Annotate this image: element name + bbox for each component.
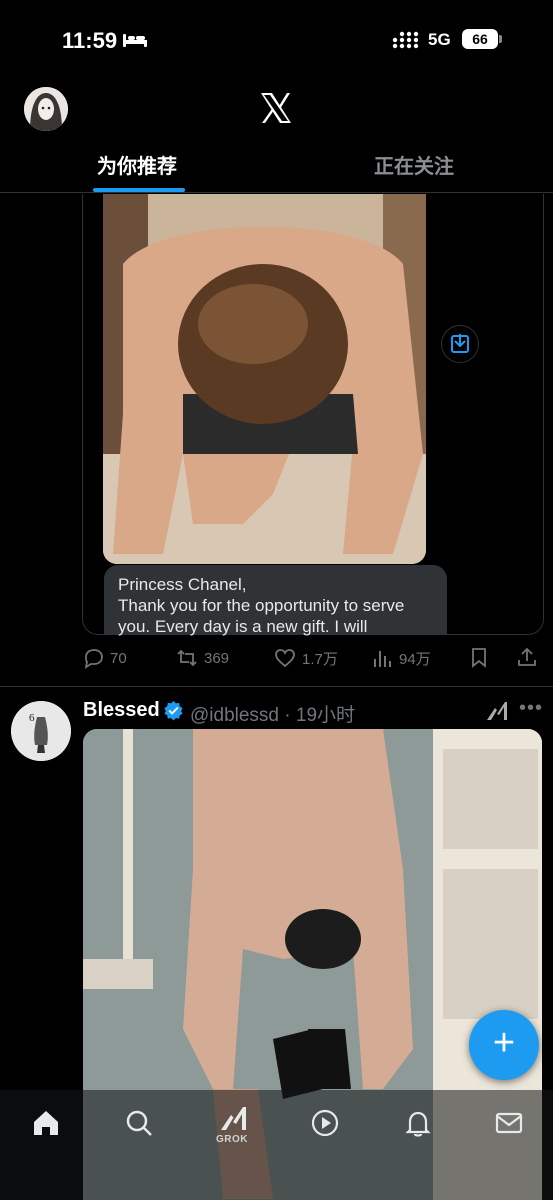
avatar-number: 6 bbox=[29, 712, 35, 724]
x-logo-icon[interactable] bbox=[258, 90, 294, 126]
share-icon[interactable] bbox=[516, 646, 538, 668]
like-button[interactable]: 1.7万 bbox=[274, 646, 338, 670]
video-icon[interactable] bbox=[310, 1108, 340, 1138]
tab-for-you[interactable]: 为你推荐 bbox=[97, 150, 177, 179]
avatar-image: 6 bbox=[11, 701, 71, 761]
photo-content bbox=[103, 194, 426, 564]
reply-count: 70 bbox=[110, 649, 127, 667]
battery-nub bbox=[499, 35, 502, 43]
save-media-icon[interactable] bbox=[441, 325, 479, 363]
heart-icon bbox=[275, 649, 295, 668]
repost-icon bbox=[177, 649, 197, 667]
dm-photo[interactable] bbox=[103, 194, 426, 564]
repost-count: 369 bbox=[204, 649, 230, 667]
post-divider bbox=[0, 686, 553, 687]
author-avatar[interactable]: 6 bbox=[11, 701, 71, 761]
dm-message-text: Princess Chanel, Thank you for the oppor… bbox=[118, 575, 405, 636]
network-type: 5G bbox=[428, 30, 451, 49]
avatar-image bbox=[24, 87, 68, 131]
sleep-focus-icon bbox=[123, 34, 147, 47]
tab-following[interactable]: 正在关注 bbox=[374, 150, 454, 179]
reply-button[interactable]: 70 bbox=[82, 646, 127, 670]
views-icon bbox=[374, 651, 391, 667]
profile-avatar[interactable] bbox=[24, 87, 68, 131]
bookmark-icon[interactable] bbox=[468, 646, 490, 668]
author-handle-time[interactable]: @idblessd · 19小时 bbox=[190, 700, 355, 727]
author-name[interactable]: Blessed bbox=[83, 699, 160, 722]
repost-button[interactable]: 369 bbox=[176, 646, 229, 670]
views-button[interactable]: 94万 bbox=[371, 646, 431, 670]
battery-indicator: 66 bbox=[462, 29, 498, 49]
home-icon[interactable] bbox=[31, 1108, 61, 1138]
grok-nav-icon[interactable] bbox=[218, 1104, 248, 1134]
view-count: 94万 bbox=[399, 650, 431, 668]
bottom-navigation bbox=[0, 1090, 553, 1200]
header-divider bbox=[0, 192, 553, 193]
like-count: 1.7万 bbox=[302, 650, 338, 668]
cellular-signal-icon bbox=[392, 31, 419, 49]
status-time: 11:59 bbox=[62, 28, 118, 53]
search-icon[interactable] bbox=[124, 1108, 154, 1138]
reply-icon bbox=[84, 649, 103, 669]
notifications-icon[interactable] bbox=[403, 1108, 433, 1138]
messages-icon[interactable] bbox=[494, 1108, 524, 1138]
compose-plus-icon: + bbox=[492, 1022, 516, 1064]
grok-label[interactable]: GROK bbox=[216, 1134, 248, 1145]
more-options-icon[interactable]: ••• bbox=[519, 697, 543, 720]
grok-icon[interactable] bbox=[485, 700, 509, 722]
compose-button[interactable]: + bbox=[469, 1010, 539, 1080]
verified-badge-icon bbox=[164, 700, 183, 721]
